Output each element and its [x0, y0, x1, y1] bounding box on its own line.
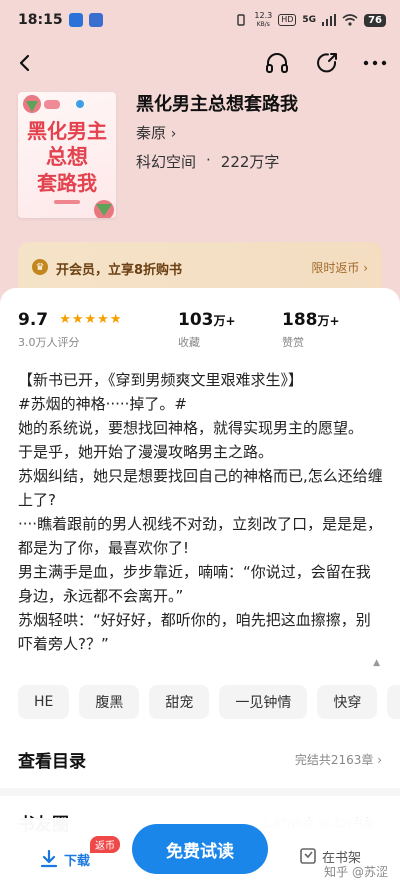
stats-row: 9.7 ★★★★★ 3.0万人评分 103万+ 收藏 188万+ 赞赏 — [0, 310, 400, 350]
book-description[interactable]: 【新书已开，《穿到男频爽文里艰难求生》】 #苏烟的神格·····掉了。# 她的系… — [18, 368, 384, 656]
tag-item[interactable]: 系统 — [387, 685, 400, 719]
download-button[interactable]: 下载 — [38, 848, 90, 870]
description-line: 苏烟纠结，她只是想要找回自己的神格而已,怎么还给缠上了? — [18, 467, 383, 509]
vibrate-icon — [237, 14, 246, 26]
description-line: 男主满手是血，步步靠近，喃喃：“你说过，会留在我身边，永远都不会离开。” — [18, 563, 371, 605]
like-stat: 188万+ 赞赏 — [282, 310, 340, 350]
book-title: 黑化男主总想套路我 — [136, 94, 298, 115]
app-notification-icon — [68, 13, 83, 27]
description-line: #苏烟的神格·····掉了。# — [18, 395, 187, 413]
more-icon[interactable] — [360, 48, 390, 78]
like-unit: 万+ — [317, 314, 340, 328]
like-label: 赞赏 — [282, 336, 304, 349]
like-count: 188 — [282, 310, 318, 330]
rating-stat[interactable]: 9.7 ★★★★★ 3.0万人评分 — [18, 310, 123, 350]
status-bar: 18:15 12.3 KB/s HD 5G 76 — [0, 0, 400, 40]
rating-stars: ★★★★★ — [59, 312, 123, 327]
author-name: 秦原 — [136, 124, 167, 142]
book-detail-card: 9.7 ★★★★★ 3.0万人评分 103万+ 收藏 188万+ 赞赏 【新书已… — [0, 288, 400, 888]
tag-list: HE 腹黑 甜宠 一见钟情 快穿 系统 — [18, 685, 400, 719]
collect-unit: 万+ — [213, 314, 236, 328]
status-left: 18:15 — [18, 12, 103, 28]
net-speed: 12.3 — [254, 11, 273, 20]
rating-score: 9.7 — [18, 310, 49, 330]
table-of-contents-row[interactable]: 查看目录 完结共2163章 › — [18, 744, 382, 774]
tag-item[interactable]: 甜宠 — [149, 685, 210, 719]
section-divider — [0, 788, 400, 796]
description-line: 于是乎，她开始了漫漫攻略男主之路。 — [18, 443, 274, 461]
app-notification-icon — [88, 13, 103, 27]
headphones-icon[interactable] — [262, 48, 292, 78]
book-author-link[interactable]: 秦原 › — [136, 122, 176, 143]
collect-count: 103 — [178, 310, 214, 330]
hd-icon: HD — [278, 14, 297, 26]
book-category: 科幻空间 — [136, 153, 197, 171]
wifi-icon — [342, 14, 358, 26]
book-cover[interactable]: 黑化男主 总想 套路我 — [18, 92, 116, 218]
net-unit: KB/s — [256, 21, 270, 28]
description-line: 【新书已开，《穿到男频爽文里艰难求生》】 — [18, 371, 304, 389]
share-icon[interactable] — [312, 48, 342, 78]
svg-text:总想: 总想 — [46, 145, 88, 169]
collect-label: 收藏 — [178, 336, 200, 349]
member-banner-link: 限时返币 › — [311, 261, 368, 275]
meta-dot: · — [206, 151, 211, 169]
bookshelf-icon — [300, 848, 316, 864]
signal-label: 5G — [302, 15, 317, 25]
chevron-right-icon: › — [170, 126, 177, 142]
svg-text:黑化男主: 黑化男主 — [27, 119, 107, 143]
member-banner-text: 开会员，立享8折购书 — [56, 263, 183, 278]
description-line: 她的系统说，要想找回神格，就得实现男主的愿望。 — [18, 419, 364, 437]
tag-item[interactable]: 快穿 — [317, 685, 378, 719]
back-icon[interactable] — [10, 48, 40, 78]
signal-icon — [322, 14, 337, 26]
svg-text:套路我: 套路我 — [37, 171, 97, 195]
battery-icon: 76 — [364, 13, 386, 27]
crown-icon: ♛ — [32, 259, 48, 275]
collapse-arrow-icon[interactable]: ▲ — [373, 658, 380, 668]
status-right: 12.3 KB/s HD 5G 76 — [234, 11, 386, 29]
tag-item[interactable]: 腹黑 — [79, 685, 140, 719]
download-label: 下载 — [64, 853, 91, 869]
top-nav — [0, 42, 400, 84]
watermark: 知乎 @苏涩 — [324, 865, 388, 879]
toc-title: 查看目录 — [18, 751, 86, 772]
download-icon — [40, 849, 58, 868]
rating-label: 3.0万人评分 — [18, 336, 80, 349]
book-cover-art: 黑化男主 总想 套路我 — [23, 95, 114, 218]
book-word-count: 222万字 — [220, 153, 280, 171]
description-line: 苏烟轻哄：“好好好，都听你的，咱先把这血擦擦，别吓着旁人?？” — [18, 611, 371, 653]
status-time: 18:15 — [18, 12, 63, 28]
book-meta: 科幻空间 · 222万字 — [136, 151, 279, 172]
bottom-action-bar: 下载 返币 免费试读 在书架 知乎 @苏涩 — [0, 818, 400, 888]
tag-item[interactable]: 一见钟情 — [219, 685, 308, 719]
collect-stat: 103万+ 收藏 — [178, 310, 236, 350]
refund-badge: 返币 — [90, 836, 120, 853]
free-read-button[interactable]: 免费试读 — [132, 824, 268, 874]
tag-item[interactable]: HE — [18, 685, 70, 719]
toc-status: 完结共2163章 › — [294, 752, 382, 767]
description-line: ····瞧着跟前的男人视线不对劲，立刻改了口，是是是，都是为了你，最喜欢你了! — [18, 515, 383, 557]
